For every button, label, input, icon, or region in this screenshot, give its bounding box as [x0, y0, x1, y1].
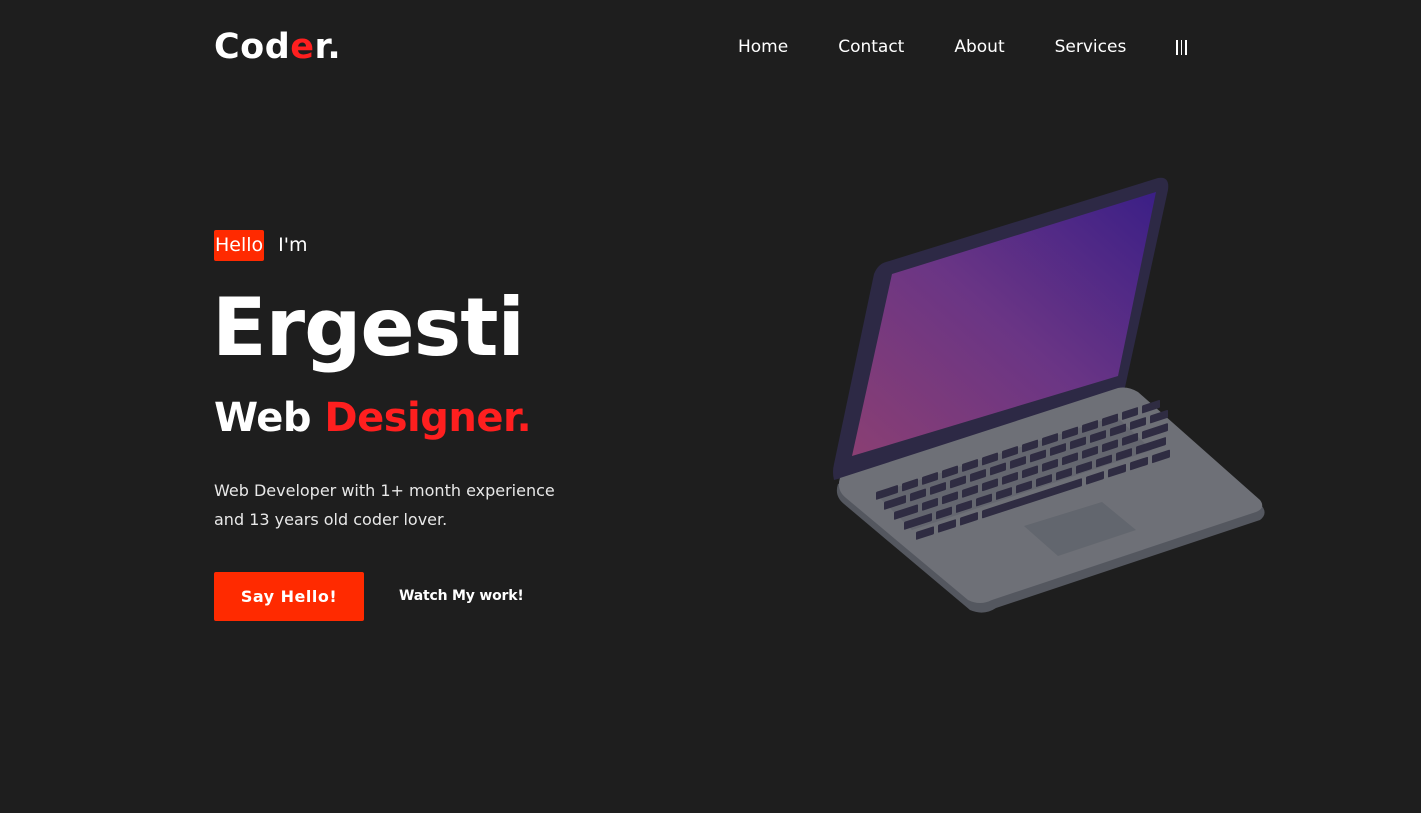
hero-role: Web Designer.: [214, 394, 532, 442]
nav-link-about[interactable]: About: [954, 36, 1004, 58]
role-highlight: Designer.: [324, 395, 532, 441]
laptop-illustration: [833, 177, 1265, 613]
main-nav: Home Contact About Services: [738, 36, 1187, 58]
description-line-1: Web Developer with 1+ month experience: [214, 481, 555, 500]
menu-icon-bar: [1185, 39, 1187, 55]
logo-accent: e: [290, 27, 315, 67]
intro-text: I'm: [278, 234, 308, 256]
nav-link-services[interactable]: Services: [1055, 36, 1127, 58]
logo[interactable]: Coder.: [214, 28, 341, 66]
menu-icon[interactable]: [1176, 39, 1187, 55]
hello-badge: Hello: [214, 230, 265, 261]
watch-work-link[interactable]: Watch My work!: [399, 586, 524, 606]
role-prefix: Web: [214, 395, 311, 441]
say-hello-button[interactable]: Say Hello!: [214, 572, 364, 621]
logo-part-2: r.: [314, 27, 342, 67]
nav-link-contact[interactable]: Contact: [838, 36, 904, 58]
page: Coder. Home Contact About Services Hello…: [0, 0, 1421, 813]
logo-part-1: Cod: [214, 27, 291, 67]
menu-icon-bar: [1176, 39, 1178, 55]
description-line-2: and 13 years old coder lover.: [214, 510, 448, 529]
nav-link-home[interactable]: Home: [738, 36, 788, 58]
hero-name: Ergesti: [212, 281, 525, 374]
greeting: Hello I'm: [214, 230, 308, 261]
hero-description: Web Developer with 1+ month experience a…: [214, 476, 555, 534]
menu-icon-bar: [1180, 39, 1183, 55]
